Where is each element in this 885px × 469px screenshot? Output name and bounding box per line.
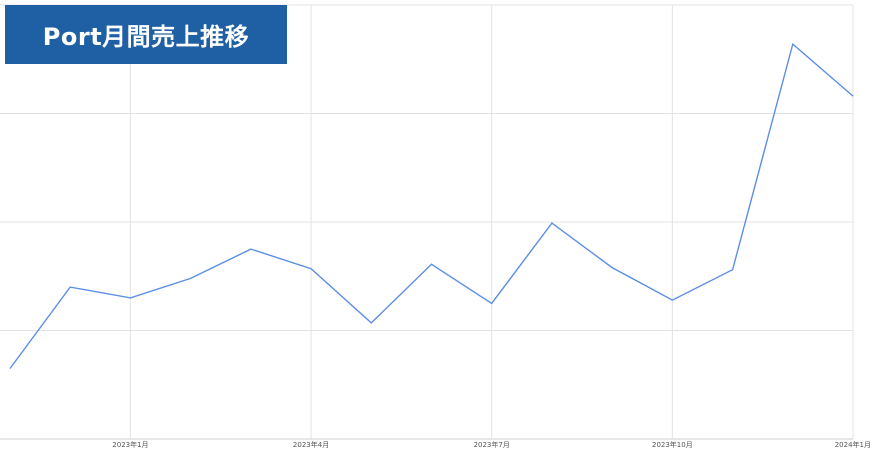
x-tick-label: 2023年4月	[293, 440, 329, 449]
chart-title: Port月間売上推移	[42, 23, 250, 51]
x-tick-labels: 2023年1月 2023年4月 2023年7月 2023年10月 2024年1月	[112, 440, 871, 449]
series-layer	[9, 42, 854, 369]
x-tick-label: 2023年10月	[652, 440, 693, 449]
x-tick-label: 2023年1月	[112, 440, 148, 449]
x-tick-label: 2024年1月	[835, 440, 871, 449]
chart-title-box: Port月間売上推移	[5, 5, 287, 64]
series-line-0	[9, 42, 854, 369]
x-tick-label: 2023年7月	[474, 440, 510, 449]
line-chart: 2023年1月 2023年4月 2023年7月 2023年10月 2024年1月	[0, 4, 871, 449]
